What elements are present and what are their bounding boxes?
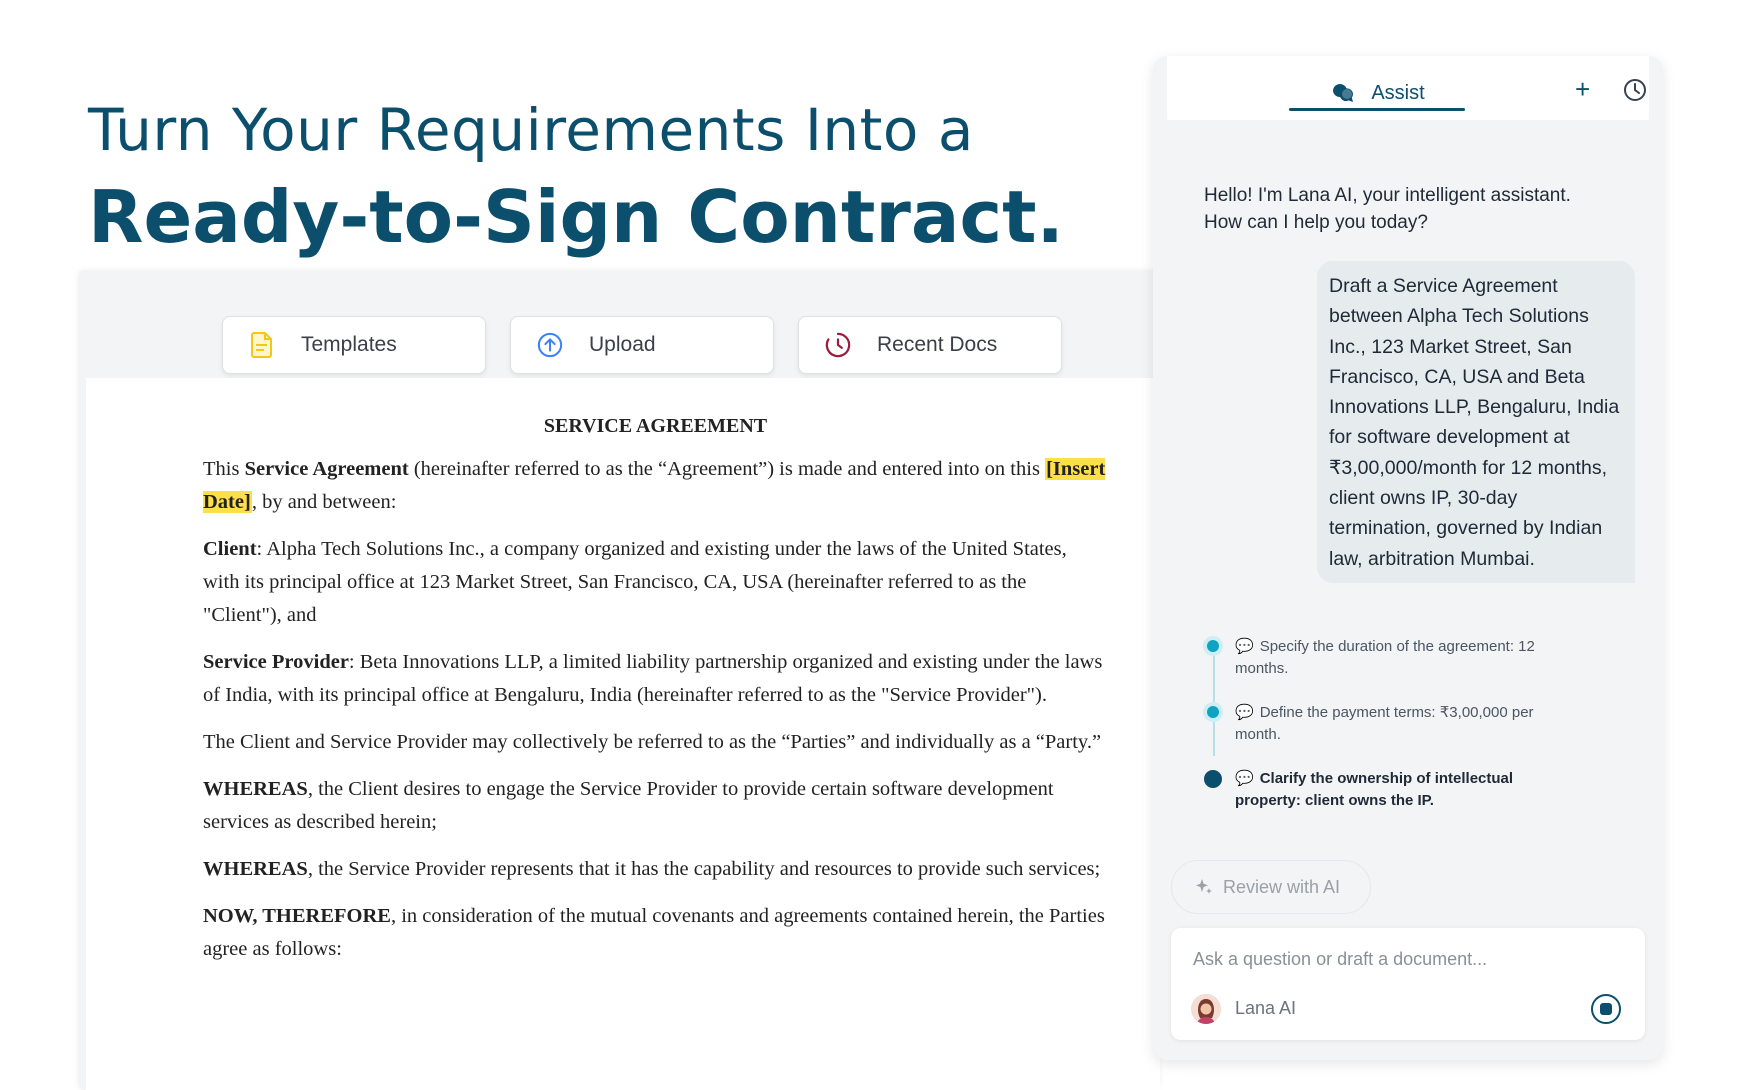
step-item: 💬 Specify the duration of the agreement: … [1153, 636, 1573, 680]
message-input[interactable] [1191, 942, 1615, 976]
step-text: Clarify the ownership of intellectual pr… [1235, 770, 1514, 809]
comment-icon: 💬 [1235, 704, 1254, 721]
document-page[interactable]: SERVICE AGREEMENT This Service Agreement… [86, 378, 1160, 1090]
chat-bubbles-icon [1331, 82, 1355, 104]
review-label: Review with AI [1223, 876, 1341, 897]
intro-bold: Service Agreement [244, 458, 409, 480]
upload-label: Upload [589, 333, 656, 356]
whereas-label-2: WHEREAS [203, 858, 308, 880]
headline-line-1: Turn Your Requirements Into a [88, 96, 974, 164]
document-panel: Templates Upload Recent Docs SERVICE AGR… [78, 270, 1160, 1090]
comment-icon: 💬 [1235, 770, 1254, 787]
intro-text-c: , by and between: [251, 491, 397, 513]
hero-headline: Turn Your Requirements Into a Ready-to-S… [88, 92, 1064, 262]
lana-avatar [1191, 994, 1221, 1024]
intro-text-a: This [203, 458, 245, 480]
client-label: Client [203, 538, 257, 560]
step-dot-active [1204, 770, 1222, 788]
now-therefore-label: NOW, THEREFORE [203, 905, 391, 927]
step-dot [1207, 706, 1219, 718]
assistant-panel: Assist + Hello! I'm Lana AI, your intell… [1153, 56, 1663, 1060]
now-therefore-paragraph: NOW, THEREFORE, in consideration of the … [203, 900, 1108, 966]
history-icon [1624, 79, 1646, 101]
whereas-label-1: WHEREAS [203, 778, 308, 800]
templates-label: Templates [301, 333, 397, 356]
message-composer: Lana AI [1171, 928, 1645, 1040]
document-toolbar: Templates Upload Recent Docs [86, 278, 1160, 378]
upload-icon [537, 332, 563, 358]
provider-label: Service Provider [203, 651, 349, 673]
document-icon [249, 332, 275, 358]
clock-icon [825, 332, 851, 358]
greeting-line-2: How can I help you today? [1204, 212, 1428, 233]
new-chat-button[interactable]: + [1575, 76, 1590, 102]
step-text: Specify the duration of the agreement: 1… [1235, 638, 1535, 677]
whereas-paragraph-2: WHEREAS, the Service Provider represents… [203, 853, 1108, 886]
tab-assist-label: Assist [1371, 81, 1425, 104]
assistant-greeting: Hello! I'm Lana AI, your intelligent ass… [1204, 182, 1624, 236]
parties-paragraph: The Client and Service Provider may coll… [203, 731, 1102, 753]
recent-docs-button[interactable]: Recent Docs [798, 316, 1062, 374]
assistant-header: Assist + [1167, 56, 1649, 120]
whereas-text-1: , the Client desires to engage the Servi… [203, 778, 1054, 833]
agent-name: Lana AI [1235, 998, 1297, 1018]
comment-icon: 💬 [1235, 638, 1254, 655]
templates-button[interactable]: Templates [222, 316, 486, 374]
upload-button[interactable]: Upload [510, 316, 774, 374]
user-message-bubble: Draft a Service Agreement between Alpha … [1317, 261, 1635, 583]
provider-paragraph: Service Provider: Beta Innovations LLP, … [203, 646, 1108, 712]
step-text: Define the payment terms: ₹3,00,000 per … [1235, 704, 1534, 743]
whereas-paragraph-1: WHEREAS, the Client desires to engage th… [203, 773, 1108, 839]
document-title: SERVICE AGREEMENT [543, 415, 768, 437]
intro-text-b: (hereinafter referred to as the “Agreeme… [408, 458, 1046, 480]
history-button[interactable] [1623, 78, 1647, 107]
stop-button[interactable] [1591, 994, 1621, 1024]
step-dot [1207, 640, 1219, 652]
sparkle-icon [1194, 877, 1214, 897]
step-item-active: 💬 Clarify the ownership of intellectual p… [1153, 768, 1573, 812]
client-text: : Alpha Tech Solutions Inc., a company o… [203, 538, 1067, 626]
greeting-line-1: Hello! I'm Lana AI, your intelligent ass… [1204, 185, 1571, 206]
review-with-ai-button[interactable]: Review with AI [1171, 860, 1371, 914]
whereas-text-2: , the Service Provider represents that i… [307, 858, 1101, 880]
client-paragraph: Client: Alpha Tech Solutions Inc., a com… [203, 533, 1108, 632]
headline-line-2: Ready-to-Sign Contract. [88, 175, 1064, 259]
stop-icon [1600, 1003, 1612, 1015]
intro-paragraph: This Service Agreement (hereinafter refe… [203, 453, 1108, 519]
step-item: 💬 Define the payment terms: ₹3,00,000 per… [1153, 702, 1573, 746]
active-tab-indicator [1289, 108, 1465, 111]
recent-docs-label: Recent Docs [877, 333, 998, 356]
tab-assist[interactable]: Assist [1289, 74, 1467, 112]
document-body: SERVICE AGREEMENT This Service Agreement… [203, 378, 1108, 980]
